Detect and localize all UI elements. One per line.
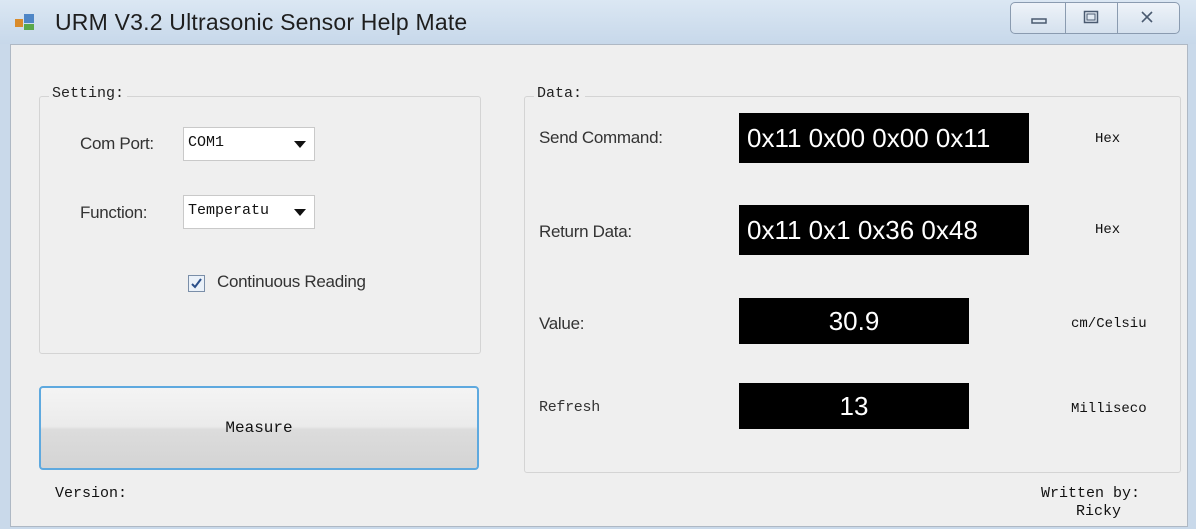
- written-by-label: Written by:: [1041, 485, 1141, 502]
- app-window: URM V3.2 Ultrasonic Sensor Help Mate Set…: [0, 0, 1196, 529]
- com-port-value: COM1: [188, 134, 225, 151]
- checkmark-icon: [191, 278, 202, 289]
- version-label: Version:: [55, 485, 128, 502]
- maximize-button[interactable]: [1069, 3, 1113, 33]
- send-command-label: Send Command:: [539, 128, 663, 147]
- control-divider: [1065, 3, 1066, 33]
- function-label: Function:: [80, 203, 148, 222]
- return-data-display: 0x11 0x1 0x36 0x48: [739, 205, 1029, 255]
- function-select[interactable]: Temperatu: [183, 195, 315, 229]
- value-display: 30.9: [739, 298, 969, 344]
- chevron-down-icon[interactable]: [294, 209, 306, 216]
- minimize-icon: [1031, 8, 1047, 29]
- refresh-unit: Milliseco: [1071, 401, 1147, 417]
- return-data-unit: Hex: [1095, 222, 1121, 238]
- chevron-down-icon[interactable]: [294, 141, 306, 148]
- title-bar[interactable]: URM V3.2 Ultrasonic Sensor Help Mate: [0, 0, 1196, 44]
- send-command-display: 0x11 0x00 0x00 0x11: [739, 113, 1029, 163]
- send-command-unit: Hex: [1095, 131, 1121, 147]
- com-port-select[interactable]: COM1: [183, 127, 315, 161]
- continuous-reading-label[interactable]: Continuous Reading: [217, 272, 366, 292]
- continuous-reading-checkbox[interactable]: [188, 275, 205, 292]
- com-port-label: Com Port:: [80, 134, 154, 153]
- refresh-label: Refresh: [539, 399, 600, 416]
- value-unit: cm/Celsiu: [1071, 316, 1147, 332]
- close-button[interactable]: [1125, 3, 1169, 33]
- maximize-icon: [1083, 8, 1099, 29]
- window-controls: [1010, 2, 1180, 34]
- window-title: URM V3.2 Ultrasonic Sensor Help Mate: [55, 9, 468, 35]
- refresh-display: 13: [739, 383, 969, 429]
- setting-legend: Setting:: [49, 85, 128, 102]
- return-data-label: Return Data:: [539, 222, 632, 241]
- measure-button[interactable]: Measure: [39, 386, 479, 470]
- minimize-button[interactable]: [1017, 3, 1061, 33]
- author-name: Ricky: [1076, 503, 1122, 520]
- control-divider: [1117, 3, 1118, 33]
- value-label: Value:: [539, 314, 585, 333]
- data-legend: Data:: [534, 85, 586, 102]
- close-icon: [1139, 8, 1155, 29]
- client-area: Setting: Com Port: COM1 Function: Temper…: [10, 44, 1188, 527]
- function-value: Temperatu: [188, 202, 270, 219]
- app-icon: [14, 12, 36, 32]
